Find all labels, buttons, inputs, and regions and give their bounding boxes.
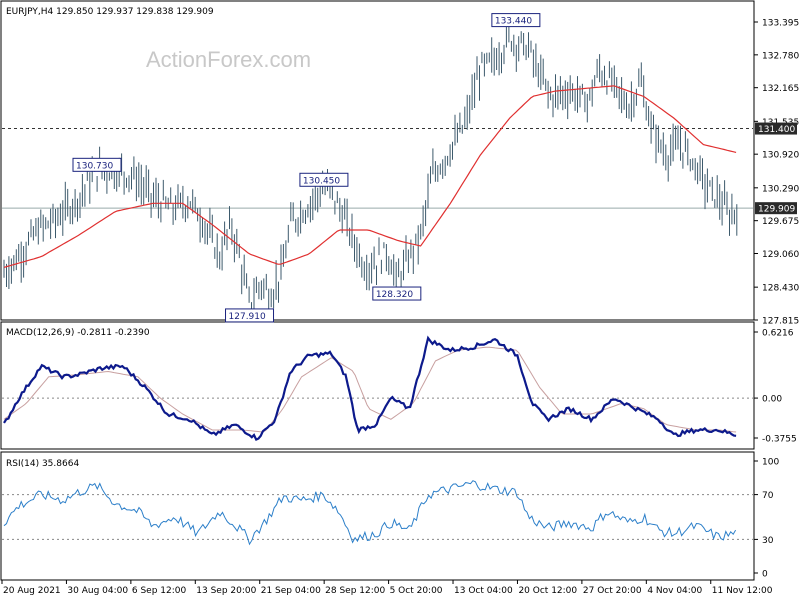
x-tick-label: 28 Sep 12:00 bbox=[325, 586, 385, 596]
svg-text:131.400: 131.400 bbox=[758, 125, 795, 135]
y-tick-label: 133.395 bbox=[762, 19, 799, 29]
price-annotation: 130.730 bbox=[72, 157, 122, 172]
price-annotation: 127.910 bbox=[225, 308, 275, 323]
x-tick-label: 30 Aug 04:00 bbox=[67, 586, 128, 596]
y-tick-label: 130.920 bbox=[762, 151, 799, 161]
svg-text:127.910: 127.910 bbox=[229, 312, 266, 322]
svg-text:133.440: 133.440 bbox=[495, 17, 532, 27]
y-tick-label: 100 bbox=[762, 458, 779, 468]
y-tick-label: 130.290 bbox=[762, 184, 799, 194]
x-tick-label: 6 Sep 12:00 bbox=[132, 586, 187, 596]
y-tick-label: 132.165 bbox=[762, 84, 799, 94]
svg-text:128.320: 128.320 bbox=[376, 290, 413, 300]
x-tick-label: 21 Sep 04:00 bbox=[261, 586, 321, 596]
macd-title: MACD(12,26,9) -0.2811 -0.2390 bbox=[6, 328, 150, 338]
y-tick-label: 129.675 bbox=[762, 217, 799, 227]
last-price-label: 129.909 bbox=[755, 202, 797, 215]
x-tick-label: 20 Oct 12:00 bbox=[518, 586, 577, 596]
macd-line bbox=[3, 335, 737, 442]
x-tick-label: 27 Oct 20:00 bbox=[583, 586, 642, 596]
resistance-price-label: 131.400 bbox=[755, 122, 797, 135]
x-tick-label: 4 Nov 04:00 bbox=[647, 586, 702, 596]
y-tick-label: 132.780 bbox=[762, 51, 799, 61]
y-tick-label: 30 bbox=[762, 536, 774, 546]
y-tick-label: 0 bbox=[762, 570, 768, 580]
price-annotation: 128.320 bbox=[372, 286, 422, 301]
watermark: ActionForex.com bbox=[146, 47, 311, 72]
x-tick-label: 11 Nov 12:00 bbox=[712, 586, 773, 596]
macd-panel-frame bbox=[0, 321, 755, 450]
rsi-line bbox=[3, 480, 737, 546]
y-axis-ticks: 133.395132.780132.165131.535130.920130.2… bbox=[754, 19, 799, 580]
rsi-panel-frame bbox=[0, 451, 755, 581]
y-tick-label: 0.6216 bbox=[762, 329, 794, 339]
y-tick-label: 0.00 bbox=[762, 395, 782, 405]
y-tick-label: 70 bbox=[762, 491, 774, 501]
x-tick-label: 5 Oct 20:00 bbox=[390, 586, 443, 596]
svg-text:129.909: 129.909 bbox=[758, 205, 795, 215]
price-title: EURJPY,H4 129.850 129.937 129.838 129.90… bbox=[6, 7, 214, 17]
rsi-title: RSI(14) 35.8664 bbox=[6, 459, 79, 469]
x-tick-label: 20 Aug 2021 bbox=[3, 586, 61, 596]
svg-text:130.450: 130.450 bbox=[303, 176, 340, 186]
macd-signal-line bbox=[3, 346, 737, 433]
x-axis-ticks: 20 Aug 2021 30 Aug 04:00 6 Sep 12:00 13 Sep… bbox=[1, 580, 773, 596]
y-tick-label: 129.060 bbox=[762, 250, 799, 260]
y-tick-label: -0.3755 bbox=[762, 435, 797, 445]
x-tick-label: 13 Oct 04:00 bbox=[454, 586, 513, 596]
price-annotation: 130.450 bbox=[299, 172, 349, 187]
price-annotation: 133.440 bbox=[491, 13, 541, 28]
forex-chart: ActionForex.com EURJPY,H4 129.850 129.93… bbox=[0, 0, 799, 596]
x-tick-label: 13 Sep 20:00 bbox=[196, 586, 256, 596]
y-tick-label: 128.430 bbox=[762, 284, 799, 294]
y-tick-label: 127.815 bbox=[762, 317, 799, 327]
svg-text:130.730: 130.730 bbox=[76, 161, 113, 171]
